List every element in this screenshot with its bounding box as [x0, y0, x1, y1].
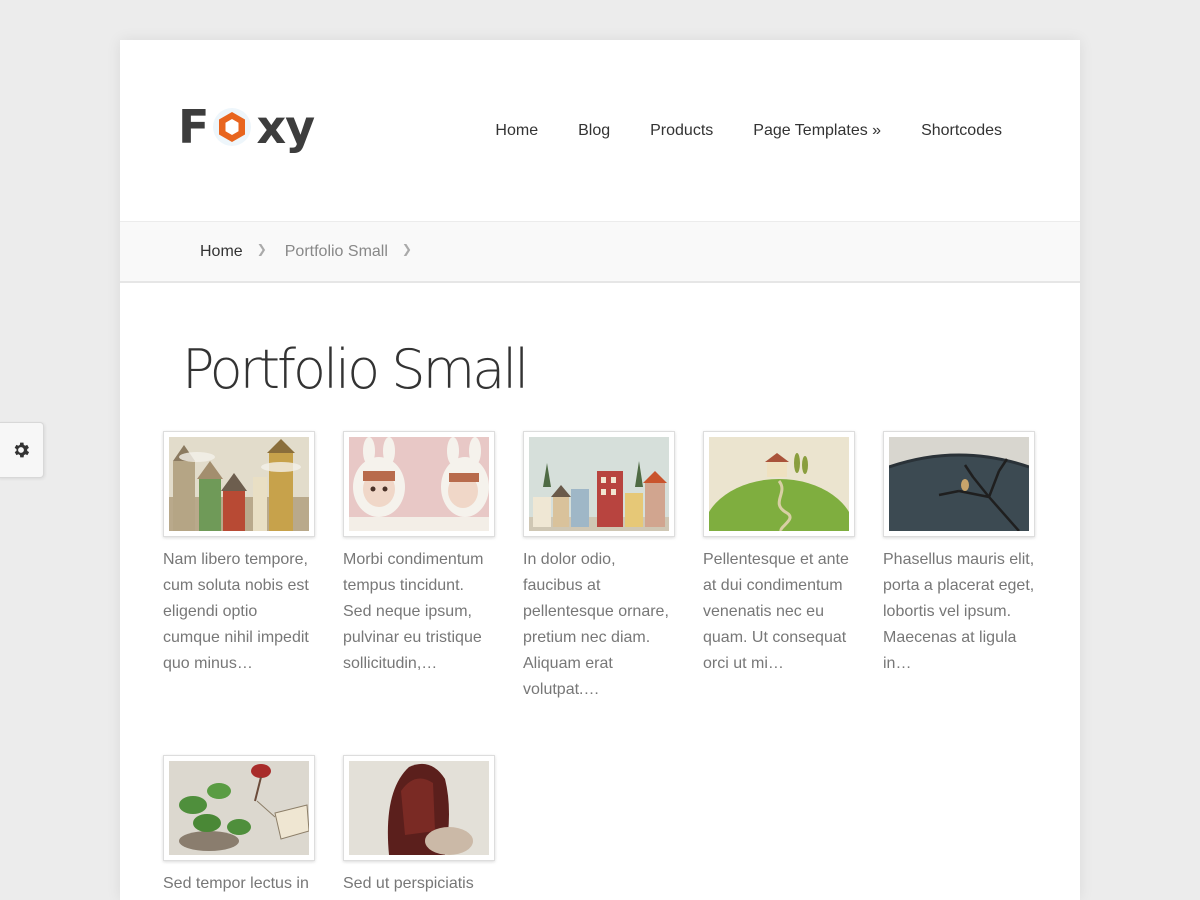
breadcrumb: Home ❯ Portfolio Small ❯ [120, 221, 1080, 283]
portfolio-caption: Morbi condimentum tempus tincidunt. Sed … [343, 551, 484, 672]
colorful-town-image [529, 437, 669, 531]
breadcrumb-home-link[interactable]: Home [200, 243, 243, 261]
logo-text-suffix: xy [256, 100, 315, 154]
portfolio-thumbnail[interactable] [163, 431, 315, 537]
portfolio-item: Sed ut perspiciatis [343, 755, 495, 897]
green-hill-house-image [709, 437, 849, 531]
page-container: F xy Home Blog Products Page Templates »… [120, 40, 1080, 900]
site-logo[interactable]: F xy [178, 100, 315, 154]
portfolio-thumbnail[interactable] [343, 755, 495, 861]
portfolio-caption: Phasellus mauris elit, porta a placerat … [883, 551, 1035, 672]
portfolio-item: Morbi condimentum tempus tincidunt. Sed … [343, 431, 495, 677]
nav-item-products[interactable]: Products [650, 122, 713, 140]
houses-painting-image [169, 437, 309, 531]
nav-item-shortcodes[interactable]: Shortcodes [921, 122, 1002, 140]
plant-eat-tag-image [169, 761, 309, 855]
portfolio-thumbnail[interactable] [163, 755, 315, 861]
gear-icon [14, 442, 29, 458]
main-navigation: Home Blog Products Page Templates » Shor… [455, 122, 1002, 140]
breadcrumb-current: Portfolio Small [284, 242, 388, 260]
portfolio-caption: In dolor odio, faucibus at pellentesque … [523, 551, 669, 698]
portfolio-thumbnail[interactable] [343, 431, 495, 537]
dark-tree-landscape-image [889, 437, 1029, 531]
red-haired-doll-image [349, 761, 489, 855]
hexagon-logo-icon [210, 105, 254, 149]
nav-item-blog[interactable]: Blog [578, 122, 610, 140]
nav-item-page-templates[interactable]: Page Templates » [753, 122, 881, 140]
bunny-dolls-image [349, 437, 489, 531]
page-title: Portfolio Small [182, 338, 529, 401]
portfolio-item: Nam libero tempore, cum soluta nobis est… [163, 431, 315, 677]
site-header: F xy Home Blog Products Page Templates »… [120, 40, 1080, 221]
logo-text-prefix: F [178, 100, 209, 154]
chevron-right-icon: ❯ [401, 241, 412, 256]
portfolio-thumbnail[interactable] [883, 431, 1035, 537]
portfolio-caption: Pellentesque et ante at dui condimentum … [703, 551, 849, 672]
portfolio-caption: Sed ut perspiciatis [343, 875, 474, 892]
settings-panel-toggle[interactable] [0, 422, 44, 478]
portfolio-item: Phasellus mauris elit, porta a placerat … [883, 431, 1035, 677]
nav-item-home[interactable]: Home [495, 122, 538, 140]
chevron-right-icon: ❯ [256, 241, 267, 256]
portfolio-caption: Sed tempor lectus in [163, 875, 309, 892]
portfolio-thumbnail[interactable] [703, 431, 855, 537]
portfolio-caption: Nam libero tempore, cum soluta nobis est… [163, 551, 309, 672]
portfolio-item: In dolor odio, faucibus at pellentesque … [523, 431, 675, 703]
portfolio-item: Pellentesque et ante at dui condimentum … [703, 431, 855, 677]
portfolio-item: Sed tempor lectus in [163, 755, 315, 897]
portfolio-thumbnail[interactable] [523, 431, 675, 537]
